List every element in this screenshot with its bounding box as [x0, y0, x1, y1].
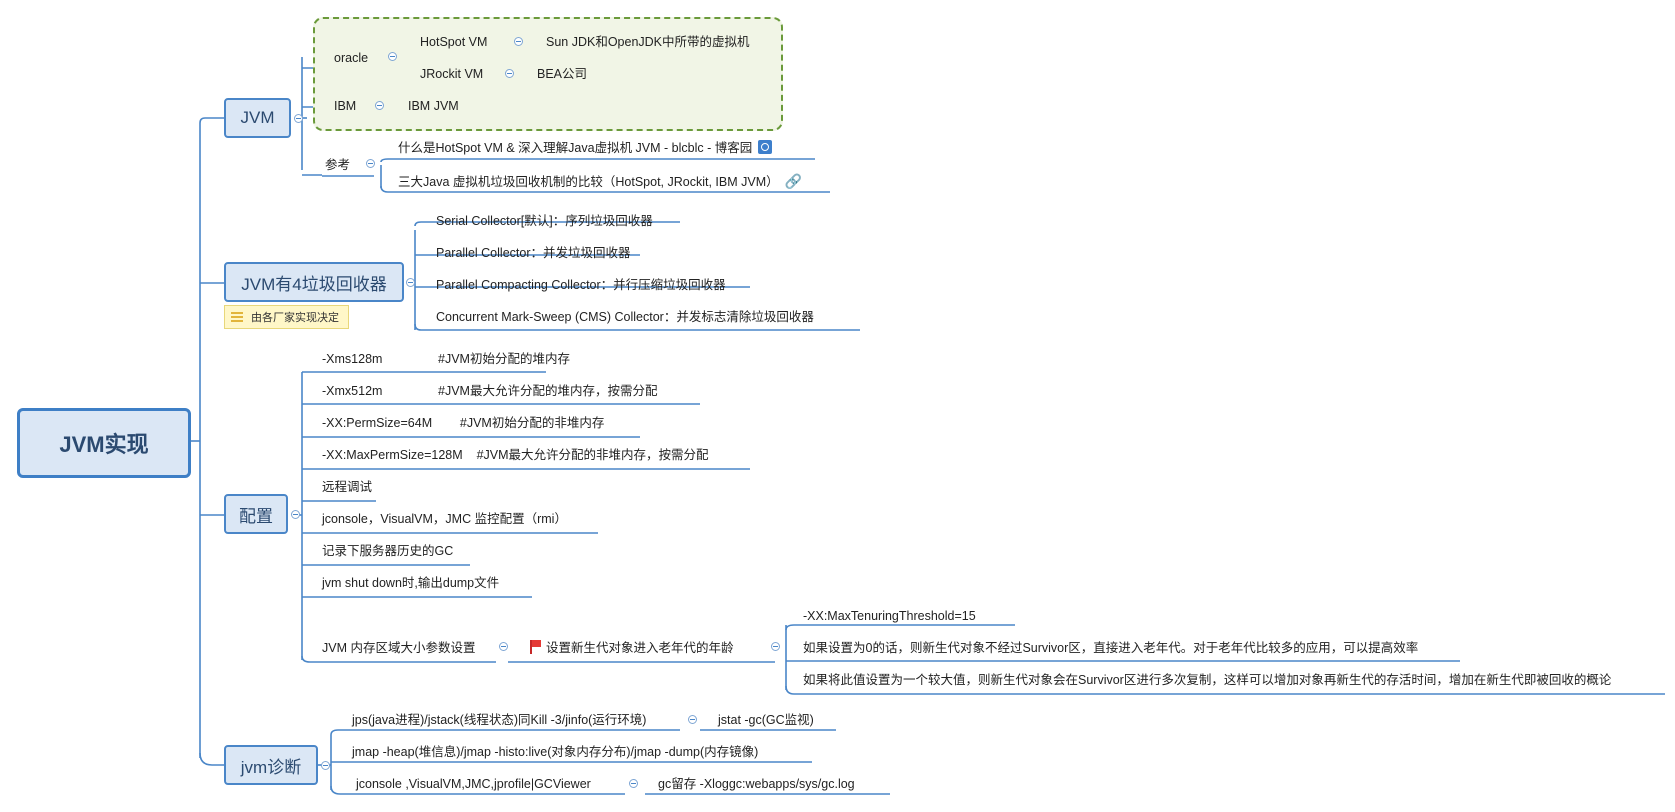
gc-item-serial[interactable]: Serial Collector[默认]：序列垃圾回收器: [436, 213, 653, 229]
node-reference[interactable]: 参考: [325, 157, 350, 173]
tenure-threshold[interactable]: -XX:MaxTenuringThreshold=15: [803, 608, 976, 624]
config-permsize[interactable]: -XX:PermSize=64M #JVM初始分配的非堆内存: [322, 415, 604, 431]
tenure-large-note[interactable]: 如果将此值设置为一个较大值，则新生代对象会在Survivor区进行多次复制，这样…: [803, 672, 1611, 688]
collapse-tools-icon[interactable]: [629, 779, 638, 788]
config-remote-debug[interactable]: 远程调试: [322, 479, 372, 495]
topic-config[interactable]: 配置: [224, 494, 288, 534]
collapse-gc-icon[interactable]: [406, 278, 415, 287]
reference-link-1-text: 什么是HotSpot VM & 深入理解Java虚拟机 JVM - blcblc…: [398, 141, 753, 155]
hyperlink-icon[interactable]: 🔗: [785, 173, 802, 189]
topic-jvm-label: JVM: [240, 108, 275, 127]
collapse-jvm-icon[interactable]: [294, 114, 303, 123]
topic-diag[interactable]: jvm诊断: [224, 745, 318, 785]
node-hotspot[interactable]: HotSpot VM: [420, 34, 487, 50]
config-monitoring[interactable]: jconsole，VisualVM，JMC 监控配置（rmi）: [322, 511, 567, 527]
config-gc-history[interactable]: 记录下服务器历史的GC: [322, 543, 453, 559]
config-xms[interactable]: -Xms128m #JVM初始分配的堆内存: [322, 351, 570, 367]
root-topic[interactable]: JVM实现: [17, 408, 191, 478]
collapse-hotspot-icon[interactable]: [514, 37, 523, 46]
gc-note-text: 由各厂家实现决定: [251, 312, 339, 324]
collapse-reference-icon[interactable]: [366, 159, 375, 168]
memory-tenure-age-text: 设置新生代对象进入老年代的年龄: [546, 641, 734, 655]
topic-config-label: 配置: [239, 506, 273, 526]
collapse-ibm-icon[interactable]: [375, 101, 384, 110]
node-jrockit[interactable]: JRockit VM: [420, 66, 483, 82]
node-oracle[interactable]: oracle: [334, 50, 368, 66]
collapse-jps-icon[interactable]: [688, 715, 697, 724]
diag-gc-log[interactable]: gc留存 -Xloggc:webapps/sys/gc.log: [658, 776, 855, 792]
collapse-diag-icon[interactable]: [321, 761, 330, 770]
diag-jps[interactable]: jps(java进程)/jstack(线程状态)同Kill -3/jinfo(运…: [352, 712, 646, 728]
memory-tenure-age[interactable]: 设置新生代对象进入老年代的年龄: [530, 640, 734, 656]
config-dump[interactable]: jvm shut down时,输出dump文件: [322, 575, 499, 591]
node-hotspot-desc[interactable]: Sun JDK和OpenJDK中所带的虚拟机: [546, 34, 750, 50]
node-ibm-jvm[interactable]: IBM JVM: [408, 98, 459, 114]
red-flag-icon: [530, 640, 541, 654]
collapse-tenure-icon[interactable]: [771, 642, 780, 651]
topic-gc-label: JVM有4垃圾回收器: [241, 274, 387, 294]
node-ibm[interactable]: IBM: [334, 98, 356, 114]
collapse-config-icon[interactable]: [291, 510, 300, 519]
root-label: JVM实现: [59, 432, 149, 457]
topic-gc[interactable]: JVM有4垃圾回收器: [224, 262, 404, 302]
gc-item-parallel[interactable]: Parallel Collector：并发垃圾回收器: [436, 245, 630, 261]
diag-tools[interactable]: jconsole ,VisualVM,JMC,jprofile|GCViewer: [356, 776, 591, 792]
config-xmx[interactable]: -Xmx512m #JVM最大允许分配的堆内存，按需分配: [322, 383, 657, 399]
config-maxpermsize[interactable]: -XX:MaxPermSize=128M #JVM最大允许分配的非堆内存，按需分…: [322, 447, 709, 463]
config-memory-params[interactable]: JVM 内存区域大小参数设置: [322, 640, 475, 656]
diag-jstat[interactable]: jstat -gc(GC监视): [718, 712, 814, 728]
gc-note[interactable]: 由各厂家实现决定: [224, 305, 349, 329]
mind-map-canvas: JVM实现 JVM oracle HotSpot VM Sun JDK和Open…: [0, 0, 1675, 812]
note-icon: [231, 312, 243, 322]
topic-jvm[interactable]: JVM: [224, 98, 291, 138]
collapse-memory-icon[interactable]: [499, 642, 508, 651]
gc-item-parallel-compacting[interactable]: Parallel Compacting Collector：并行压缩垃圾回收器: [436, 277, 726, 293]
topic-diag-label: jvm诊断: [240, 757, 302, 777]
collapse-oracle-icon[interactable]: [388, 52, 397, 61]
reference-link-2-text: 三大Java 虚拟机垃圾回收机制的比较（HotSpot, JRockit, IB…: [398, 175, 779, 189]
tenure-zero-note[interactable]: 如果设置为0的话，则新生代对象不经过Survivor区，直接进入老年代。对于老年…: [803, 640, 1418, 656]
webpage-icon[interactable]: [758, 140, 773, 154]
reference-link-2[interactable]: 三大Java 虚拟机垃圾回收机制的比较（HotSpot, JRockit, IB…: [398, 173, 802, 190]
gc-item-cms[interactable]: Concurrent Mark-Sweep (CMS) Collector：并发…: [436, 309, 814, 325]
diag-jmap[interactable]: jmap -heap(堆信息)/jmap -histo:live(对象内存分布)…: [352, 744, 758, 760]
node-jrockit-desc[interactable]: BEA公司: [537, 66, 587, 82]
collapse-jrockit-icon[interactable]: [505, 69, 514, 78]
reference-link-1[interactable]: 什么是HotSpot VM & 深入理解Java虚拟机 JVM - blcblc…: [398, 140, 773, 156]
